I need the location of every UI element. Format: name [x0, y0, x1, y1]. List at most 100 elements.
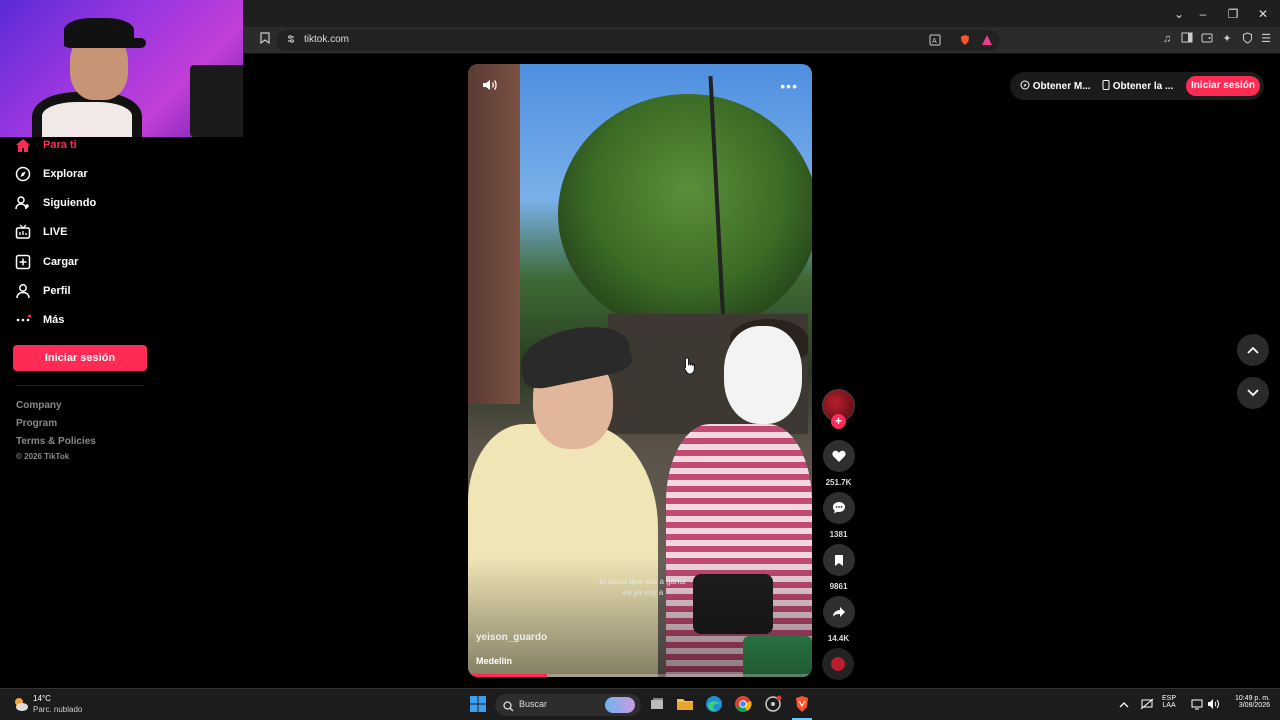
comment-action[interactable]: 1381	[822, 492, 855, 539]
video-progress-fill	[468, 674, 548, 677]
recording-app-icon[interactable]	[764, 695, 784, 715]
network-off-icon[interactable]	[1140, 697, 1160, 717]
video-more-options-icon[interactable]: •••	[780, 78, 798, 94]
brave-browser-icon[interactable]	[793, 695, 813, 715]
sidebar-item-label: LIVE	[43, 226, 68, 238]
sidebar-item-para-ti[interactable]: Para ti	[14, 134, 77, 156]
site-settings-icon[interactable]	[284, 34, 298, 48]
heart-icon[interactable]	[822, 440, 855, 472]
share-count: 14.4K	[827, 634, 850, 643]
windows-start-icon[interactable]	[469, 695, 489, 715]
sidebar-item-live[interactable]: LIVE	[14, 221, 67, 243]
chrome-browser-icon[interactable]	[734, 695, 754, 715]
footer-link-terms[interactable]: Terms & Policies	[16, 436, 96, 447]
clock-time: 10:49 p. m.	[1234, 695, 1270, 702]
like-action[interactable]: 251.7K	[822, 440, 855, 487]
sidebar-item-cargar[interactable]: Cargar	[14, 251, 78, 273]
close-button[interactable]: ✕	[1250, 4, 1276, 24]
sidebar-item-label: Para ti	[43, 139, 77, 151]
file-explorer-icon[interactable]	[676, 695, 696, 715]
webcam-cap-brim	[110, 38, 146, 48]
sidebar-toggle-icon[interactable]	[1180, 32, 1194, 46]
language-indicator[interactable]: ESP LAA	[1162, 695, 1176, 709]
brave-shield-icon[interactable]	[958, 34, 972, 48]
wallet-icon[interactable]	[1200, 32, 1214, 46]
comment-icon[interactable]	[822, 492, 855, 524]
translate-icon[interactable]: A	[928, 34, 942, 48]
get-mobile-app-link[interactable]: Obtener la ...	[1102, 80, 1173, 92]
volume-tray-icon[interactable]	[1207, 697, 1227, 717]
brave-rewards-icon[interactable]	[980, 34, 994, 48]
video-person-right-mime-face	[724, 326, 802, 424]
sidebar-item-label: Explorar	[43, 168, 88, 180]
sidebar-item-perfil[interactable]: Perfil	[14, 280, 71, 302]
footer-link-company[interactable]: Company	[16, 400, 62, 411]
video-location[interactable]: Medellín	[476, 656, 512, 666]
windows-taskbar: 14°C Parc. nublado Buscar ESP LAA 10:49 …	[0, 688, 1280, 720]
restore-button[interactable]: ❐	[1220, 4, 1246, 24]
save-action[interactable]: 9861	[822, 544, 855, 591]
search-placeholder: Buscar	[519, 699, 548, 709]
bookmark-icon[interactable]	[822, 544, 855, 576]
vpn-shield-icon[interactable]	[1240, 32, 1254, 46]
url-field[interactable]: tiktok.com A	[276, 30, 1000, 51]
clock[interactable]: 10:49 p. m. 3/08/2026	[1226, 695, 1270, 709]
footer-link-program[interactable]: Program	[16, 418, 57, 429]
like-count: 251.7K	[825, 478, 852, 487]
minimize-button[interactable]: –	[1190, 4, 1216, 24]
share-action[interactable]: 14.4K	[822, 596, 855, 643]
share-icon[interactable]	[822, 596, 855, 628]
follow-plus-icon[interactable]: +	[831, 414, 846, 429]
footer-copyright: © 2026 TikTok	[16, 452, 70, 461]
menu-icon[interactable]: ☰	[1259, 32, 1273, 46]
compass-icon	[14, 165, 32, 183]
login-button-top[interactable]: Iniciar sesión	[1186, 76, 1260, 96]
bookmark-icon[interactable]	[258, 32, 272, 46]
profile-icon	[14, 282, 32, 300]
video-bottom-shade	[468, 557, 812, 677]
video-scene-building	[468, 64, 520, 404]
video-progress-bar[interactable]	[468, 674, 812, 677]
weather-temperature[interactable]: 14°C	[33, 694, 51, 703]
task-view-icon[interactable]	[648, 695, 668, 715]
top-right-actions: Obtener M... Obtener la ... Iniciar sesi…	[1010, 72, 1264, 100]
user-follow-icon	[14, 194, 32, 212]
sidebar-item-label: Cargar	[43, 256, 79, 268]
chevron-up-icon	[1247, 346, 1259, 354]
get-app-link[interactable]: Obtener M...	[1020, 80, 1091, 92]
webcam-overlay	[0, 0, 243, 137]
weather-description[interactable]: Parc. nublado	[33, 705, 82, 714]
video-player[interactable]: ••• lo único que vas a ganar es yo voy a…	[468, 64, 812, 677]
sidebar-item-mas[interactable]: Más	[14, 309, 64, 331]
music-disc-icon[interactable]	[822, 648, 854, 680]
comment-count: 1381	[829, 530, 848, 539]
video-scene-tree	[558, 94, 812, 334]
sidebar-item-explorar[interactable]: Explorar	[14, 163, 88, 185]
volume-icon[interactable]	[482, 78, 498, 97]
svg-text:A: A	[932, 38, 937, 45]
hand-cursor-icon	[683, 357, 697, 380]
more-dots-icon	[14, 311, 32, 329]
leo-ai-icon[interactable]: ✦	[1220, 32, 1234, 46]
weather-partly-cloudy-icon[interactable]	[12, 695, 30, 713]
home-icon	[14, 136, 32, 154]
edge-browser-icon[interactable]	[705, 695, 725, 715]
tray-chevron-up-icon[interactable]	[1118, 697, 1138, 717]
sidebar-item-label: Más	[43, 314, 65, 326]
previous-video-button[interactable]	[1237, 334, 1269, 366]
compass-small-icon	[1020, 80, 1030, 90]
music-icon[interactable]: ♫	[1160, 32, 1174, 46]
video-caption-subtitle: lo único que vas a ganar es yo voy a	[599, 577, 687, 597]
sidebar-item-label: Siguiendo	[43, 197, 97, 209]
next-video-button[interactable]	[1237, 377, 1269, 409]
video-author-username[interactable]: yeison_guardo	[476, 632, 547, 643]
search-icon	[503, 699, 514, 717]
sidebar-item-label: Perfil	[43, 285, 71, 297]
taskbar-search[interactable]: Buscar	[495, 694, 641, 716]
keyboard-layout: LAA	[1162, 702, 1176, 709]
save-count: 9861	[829, 582, 848, 591]
live-icon	[14, 223, 32, 241]
login-button-sidebar[interactable]: Iniciar sesión	[13, 345, 147, 371]
sidebar-item-siguiendo[interactable]: Siguiendo	[14, 192, 96, 214]
tab-list-chevron-icon[interactable]: ⌄	[1166, 4, 1192, 24]
